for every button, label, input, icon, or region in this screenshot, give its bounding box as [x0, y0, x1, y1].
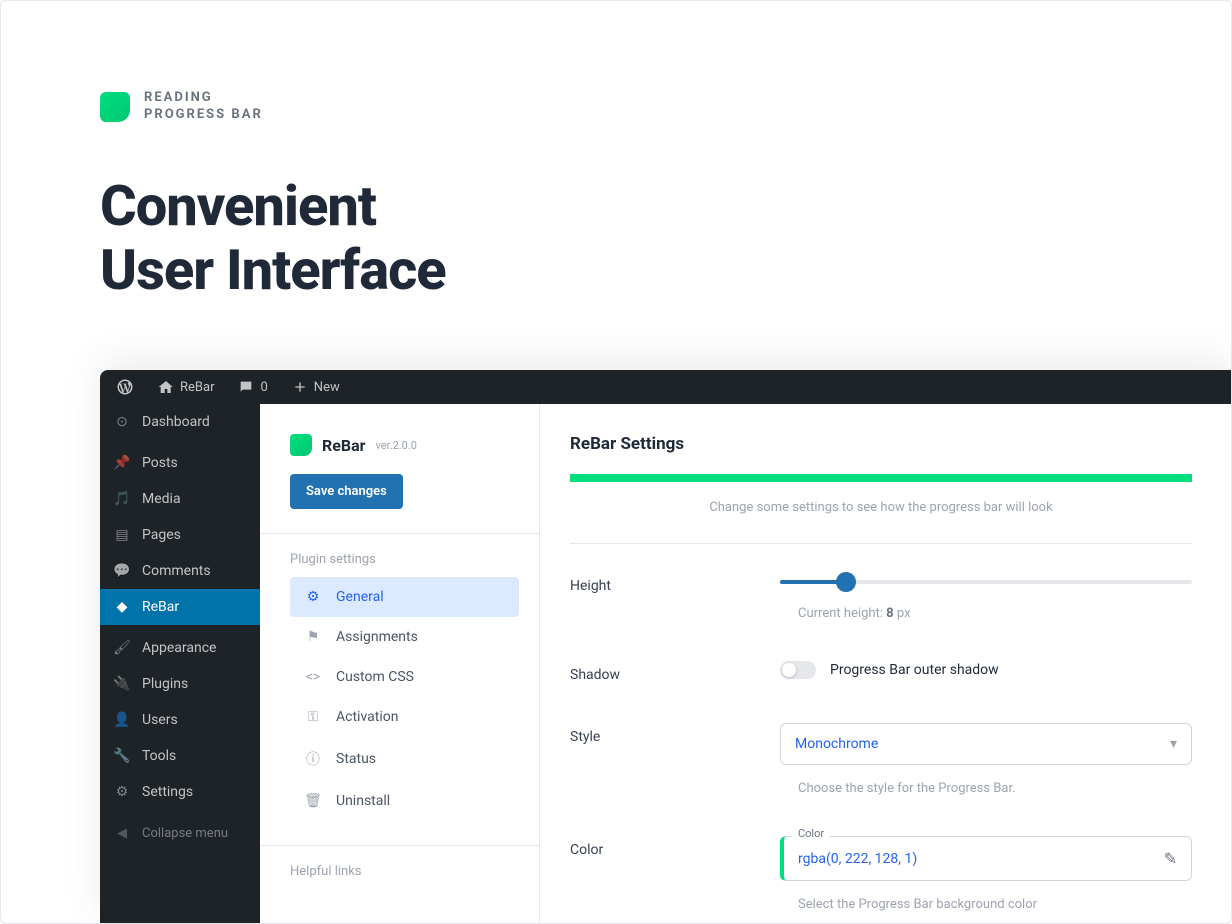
plus-icon — [292, 379, 308, 395]
menu-media[interactable]: 🎵Media — [100, 481, 260, 517]
menu-pages[interactable]: ▤Pages — [100, 517, 260, 553]
app-logo-icon — [290, 434, 312, 456]
adminbar-new[interactable]: New — [284, 379, 348, 395]
plugin-settings-sidebar: ReBar ver.2.0.0 Save changes Plugin sett… — [260, 404, 540, 924]
nav-custom-css[interactable]: <>Custom CSS — [290, 657, 519, 697]
menu-settings[interactable]: ⚙Settings — [100, 774, 260, 810]
wp-logo-icon[interactable] — [108, 378, 142, 396]
eyedropper-icon[interactable]: ✎ — [1164, 849, 1177, 868]
style-caption: Choose the style for the Progress Bar. — [780, 781, 1192, 796]
app-version: ver.2.0.0 — [376, 439, 417, 452]
shadow-toggle-label: Progress Bar outer shadow — [830, 662, 999, 678]
height-caption: Current height: 8 px — [780, 606, 1192, 621]
plug-icon: 🔌 — [112, 674, 132, 694]
media-icon: 🎵 — [112, 489, 132, 509]
comment-icon — [238, 379, 254, 395]
home-icon — [158, 379, 174, 395]
pin-icon: 📌 — [112, 453, 132, 473]
collapse-icon: ◀ — [112, 823, 132, 843]
height-label: Height — [570, 572, 780, 594]
plugin-settings-heading: Plugin settings — [290, 552, 519, 567]
user-icon: 👤 — [112, 710, 132, 730]
wp-admin-bar: ReBar 0 New — [100, 370, 1232, 404]
wp-sidebar: ⊙Dashboard 📌Posts 🎵Media ▤Pages 💬Comment… — [100, 404, 260, 924]
hero-title: Convenient User Interface — [100, 174, 1232, 303]
color-legend: Color — [792, 827, 830, 840]
comments-icon: 💬 — [112, 561, 132, 581]
style-select[interactable]: Monochrome ▾ — [780, 723, 1192, 765]
brush-icon: 🖌 — [112, 638, 132, 658]
slider-thumb[interactable] — [836, 572, 856, 592]
menu-tools[interactable]: 🔧Tools — [100, 738, 260, 774]
app-name: ReBar — [322, 436, 366, 455]
helpful-links-heading: Helpful links — [290, 864, 519, 879]
brand-logo-icon — [100, 92, 130, 122]
sliders-icon: ⚙ — [304, 589, 322, 605]
color-caption: Select the Progress Bar background color — [780, 897, 1192, 912]
wrench-icon: 🔧 — [112, 746, 132, 766]
wordpress-admin-frame: ReBar 0 New ⊙Dashboard 📌Posts 🎵Media ▤Pa… — [100, 370, 1232, 924]
progress-bar-preview — [570, 474, 1192, 482]
style-label: Style — [570, 723, 780, 745]
flag-icon: ⚑ — [304, 629, 322, 645]
adminbar-comments[interactable]: 0 — [230, 379, 275, 395]
dashboard-icon: ⊙ — [112, 412, 132, 432]
rebar-icon: ◆ — [112, 597, 132, 617]
menu-comments[interactable]: 💬Comments — [100, 553, 260, 589]
sliders-icon: ⚙ — [112, 782, 132, 802]
nav-status[interactable]: ⓘStatus — [290, 737, 519, 781]
key-icon: ⚿ — [304, 709, 322, 725]
menu-users[interactable]: 👤Users — [100, 702, 260, 738]
shadow-toggle[interactable] — [780, 661, 816, 679]
site-link[interactable]: ReBar — [150, 379, 222, 395]
info-icon: ⓘ — [304, 749, 322, 769]
brand-name: READING PROGRESS BAR — [144, 90, 263, 124]
color-label: Color — [570, 836, 780, 858]
nav-general[interactable]: ⚙General — [290, 577, 519, 617]
nav-uninstall[interactable]: 🗑Uninstall — [290, 781, 519, 821]
menu-appearance[interactable]: 🖌Appearance — [100, 630, 260, 666]
height-slider[interactable] — [780, 580, 1192, 584]
menu-rebar[interactable]: ◆ReBar — [100, 589, 260, 625]
panel-title: ReBar Settings — [570, 434, 1192, 454]
shadow-label: Shadow — [570, 661, 780, 683]
nav-assignments[interactable]: ⚑Assignments — [290, 617, 519, 657]
brand-logo-row: READING PROGRESS BAR — [100, 90, 1232, 124]
menu-posts[interactable]: 📌Posts — [100, 445, 260, 481]
progress-hint: Change some settings to see how the prog… — [570, 500, 1192, 515]
code-icon: <> — [304, 669, 322, 685]
settings-panel: ReBar Settings Change some settings to s… — [540, 404, 1232, 924]
menu-plugins[interactable]: 🔌Plugins — [100, 666, 260, 702]
trash-icon: 🗑 — [304, 793, 322, 809]
chevron-down-icon: ▾ — [1170, 736, 1177, 752]
menu-collapse[interactable]: ◀Collapse menu — [100, 815, 260, 851]
save-button[interactable]: Save changes — [290, 474, 403, 509]
nav-activation[interactable]: ⚿Activation — [290, 697, 519, 737]
menu-dashboard[interactable]: ⊙Dashboard — [100, 404, 260, 440]
color-input[interactable]: rgba(0, 222, 128, 1) ✎ — [780, 836, 1192, 881]
pages-icon: ▤ — [112, 525, 132, 545]
